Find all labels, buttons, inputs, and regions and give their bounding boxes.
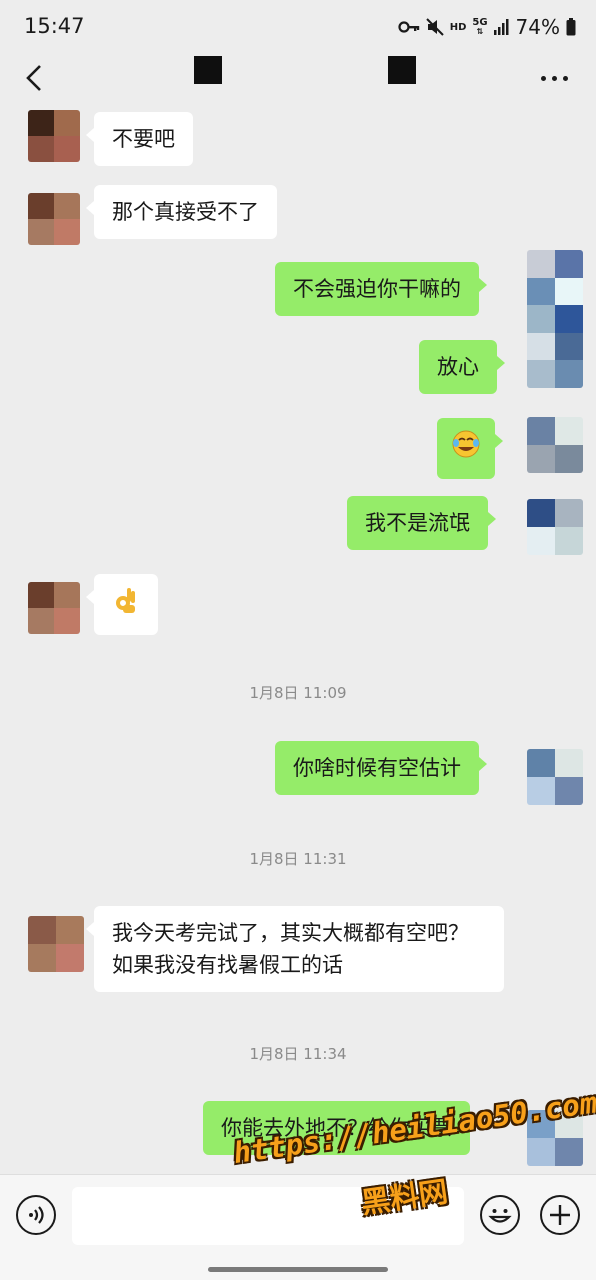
user-avatar[interactable]: [527, 250, 583, 388]
contact-avatar[interactable]: [28, 193, 80, 245]
contact-avatar[interactable]: [28, 582, 80, 634]
battery-percent: 74%: [515, 15, 560, 39]
message-text: 我不是流氓: [365, 511, 470, 535]
status-icons: HD 5G ⇅ 74%: [398, 14, 576, 40]
more-options-button[interactable]: [534, 62, 574, 94]
plus-icon: [550, 1205, 570, 1225]
user-avatar[interactable]: [527, 499, 583, 555]
message-bubble-outgoing[interactable]: 放心: [419, 340, 505, 394]
contact-avatar[interactable]: [28, 916, 84, 972]
emoji-button[interactable]: [480, 1195, 520, 1235]
dot-icon: [562, 75, 568, 81]
home-indicator[interactable]: [208, 1267, 388, 1272]
ok-hand-emoji-icon: [114, 585, 138, 615]
chat-header: [0, 52, 596, 108]
redacted-name-block: [388, 56, 416, 84]
signal-icon: [493, 19, 510, 35]
message-text: 你能去外地不？给你买票: [221, 1116, 452, 1140]
chat-message-list[interactable]: 不要吧 那个真接受不了 不会强迫你干嘛的 放心 我不是流氓 1月8日 11:09…: [0, 108, 596, 1174]
more-functions-button[interactable]: [540, 1195, 580, 1235]
dot-icon: [551, 75, 557, 81]
contact-avatar[interactable]: [28, 110, 80, 162]
message-bubble-outgoing[interactable]: [437, 418, 503, 479]
message-bubble-outgoing[interactable]: 你能去外地不？给你买票: [203, 1101, 478, 1155]
message-text: 不会强迫你干嘛的: [293, 277, 461, 301]
back-button[interactable]: [16, 58, 52, 98]
message-bubble-outgoing[interactable]: 我不是流氓: [347, 496, 496, 550]
voice-input-button[interactable]: [16, 1195, 56, 1235]
message-text-input[interactable]: [72, 1187, 464, 1245]
network-5g-icon: 5G ⇅: [472, 17, 488, 37]
message-timestamp: 1月8日 11:31: [249, 850, 347, 868]
user-avatar[interactable]: [527, 1110, 583, 1166]
message-input-bar: [0, 1174, 596, 1280]
emoji-icon: [488, 1209, 512, 1223]
user-avatar[interactable]: [527, 749, 583, 805]
rolling-laughing-emoji-icon: [451, 429, 481, 459]
voice-icon: [29, 1206, 44, 1224]
message-bubble-incoming[interactable]: 不要吧: [86, 112, 193, 166]
message-bubble-outgoing[interactable]: 你啥时候有空估计: [275, 741, 487, 795]
message-text: 那个真接受不了: [112, 200, 259, 224]
user-avatar[interactable]: [527, 417, 583, 473]
status-bar: 15:47 HD 5G ⇅ 74%: [0, 0, 596, 52]
message-text: 放心: [437, 355, 479, 379]
message-bubble-incoming[interactable]: [86, 574, 158, 635]
message-bubble-incoming[interactable]: 我今天考完试了，其实大概都有空吧？如果我没有找暑假工的话: [86, 906, 504, 992]
status-time: 15:47: [24, 14, 85, 38]
message-bubble-incoming[interactable]: 那个真接受不了: [86, 185, 277, 239]
message-bubble-outgoing[interactable]: 不会强迫你干嘛的: [275, 262, 487, 316]
redacted-name-block: [194, 56, 222, 84]
message-text: 不要吧: [112, 127, 175, 151]
message-text: 你啥时候有空估计: [293, 756, 461, 780]
back-arrow-icon: [26, 65, 41, 91]
network-label: 5G: [472, 17, 488, 28]
mute-icon: [425, 18, 444, 36]
dot-icon: [540, 75, 546, 81]
message-timestamp: 1月8日 11:09: [249, 684, 347, 702]
message-timestamp: 1月8日 11:34: [249, 1045, 347, 1063]
battery-icon: [566, 18, 576, 36]
vpn-key-icon: [398, 20, 420, 34]
message-text: 我今天考完试了，其实大概都有空吧？如果我没有找暑假工的话: [112, 921, 469, 977]
hd-label: HD: [449, 21, 467, 33]
